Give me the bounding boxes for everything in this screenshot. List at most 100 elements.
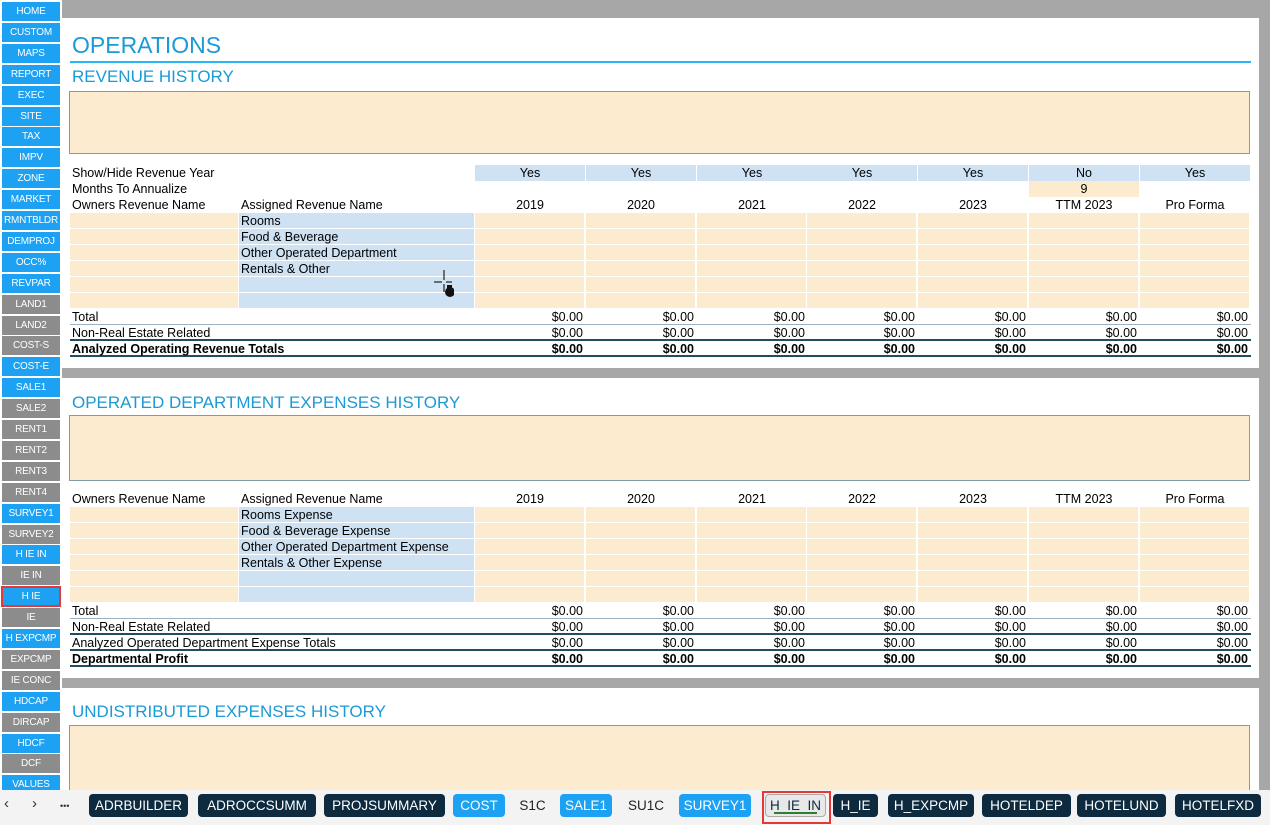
sidebar-item-rent2[interactable]: RENT2 bbox=[2, 440, 60, 460]
assigned-name-cell[interactable]: Other Operated Department Expense bbox=[239, 539, 474, 555]
value-input[interactable] bbox=[918, 245, 1028, 261]
tab-sale1[interactable]: SALE1 bbox=[560, 794, 612, 817]
sidebar-item-land2[interactable]: LAND2 bbox=[2, 315, 60, 335]
value-input[interactable] bbox=[697, 587, 807, 603]
sidebar-item-dcf[interactable]: DCF bbox=[2, 754, 60, 774]
value-input[interactable] bbox=[1029, 523, 1139, 539]
value-input[interactable] bbox=[918, 539, 1028, 555]
sidebar-item-rmntbldr[interactable]: RMNTBLDR bbox=[2, 211, 60, 230]
tab-cost[interactable]: COST bbox=[453, 794, 505, 817]
value-input[interactable] bbox=[697, 507, 807, 523]
value-input[interactable] bbox=[1140, 293, 1250, 309]
owners-name-input[interactable] bbox=[70, 261, 238, 277]
sidebar-item-expcmp[interactable]: EXPCMP bbox=[2, 649, 60, 669]
assigned-name-cell[interactable]: Rooms bbox=[239, 213, 474, 229]
value-input[interactable] bbox=[475, 213, 585, 229]
value-input[interactable] bbox=[918, 293, 1028, 309]
value-input[interactable] bbox=[475, 277, 585, 293]
owners-name-input[interactable] bbox=[70, 229, 238, 245]
tab-su1c[interactable]: SU1C bbox=[618, 794, 674, 817]
assigned-name-cell[interactable]: Rentals & Other Expense bbox=[239, 555, 474, 571]
value-input[interactable] bbox=[1140, 539, 1250, 555]
value-input[interactable] bbox=[918, 277, 1028, 293]
value-input[interactable] bbox=[1029, 245, 1139, 261]
value-input[interactable] bbox=[586, 555, 696, 571]
value-input[interactable] bbox=[1140, 261, 1250, 277]
sidebar-item-sale1[interactable]: SALE1 bbox=[2, 378, 60, 398]
value-input[interactable] bbox=[1029, 587, 1139, 603]
sidebar-item-occ-[interactable]: OCC% bbox=[2, 252, 60, 272]
value-input[interactable] bbox=[697, 539, 807, 555]
sidebar-item-cost-e[interactable]: COST-E bbox=[2, 357, 60, 377]
value-input[interactable] bbox=[475, 293, 585, 309]
value-input[interactable] bbox=[1140, 523, 1250, 539]
undistributed-notes-box[interactable] bbox=[69, 725, 1250, 795]
show-hide-toggle[interactable]: Yes bbox=[586, 165, 696, 181]
show-hide-toggle[interactable]: Yes bbox=[1140, 165, 1250, 181]
value-input[interactable] bbox=[1140, 571, 1250, 587]
value-input[interactable] bbox=[807, 229, 917, 245]
value-input[interactable] bbox=[1140, 587, 1250, 603]
tab-s1c[interactable]: S1C bbox=[510, 794, 555, 817]
value-input[interactable] bbox=[807, 293, 917, 309]
value-input[interactable] bbox=[918, 229, 1028, 245]
value-input[interactable] bbox=[1140, 555, 1250, 571]
owners-name-input[interactable] bbox=[70, 571, 238, 587]
owners-name-input[interactable] bbox=[70, 523, 238, 539]
owners-name-input[interactable] bbox=[70, 245, 238, 261]
tab-h-expcmp[interactable]: H_EXPCMP bbox=[888, 794, 974, 817]
sidebar-item-rent4[interactable]: RENT4 bbox=[2, 482, 60, 502]
tab-hoteldep[interactable]: HOTELDEP bbox=[982, 794, 1071, 817]
value-input[interactable] bbox=[918, 587, 1028, 603]
value-input[interactable] bbox=[807, 571, 917, 587]
owners-name-input[interactable] bbox=[70, 293, 238, 309]
sidebar-item-rent1[interactable]: RENT1 bbox=[2, 420, 60, 439]
sidebar-item-h-ie[interactable]: H IE bbox=[1, 586, 61, 608]
assigned-name-cell[interactable]: Food & Beverage Expense bbox=[239, 523, 474, 539]
value-input[interactable] bbox=[475, 507, 585, 523]
value-input[interactable] bbox=[697, 277, 807, 293]
value-input[interactable] bbox=[807, 277, 917, 293]
value-input[interactable] bbox=[1029, 277, 1139, 293]
sidebar-item-exec[interactable]: EXEC bbox=[2, 85, 60, 105]
value-input[interactable] bbox=[586, 539, 696, 555]
value-input[interactable] bbox=[475, 245, 585, 261]
tab-hotelund[interactable]: HOTELUND bbox=[1077, 794, 1166, 817]
sidebar-item-demproj[interactable]: DEMPROJ bbox=[2, 231, 60, 251]
value-input[interactable] bbox=[807, 539, 917, 555]
value-input[interactable] bbox=[1029, 213, 1139, 229]
value-input[interactable] bbox=[586, 293, 696, 309]
sidebar-item-maps[interactable]: MAPS bbox=[2, 43, 60, 63]
value-input[interactable] bbox=[586, 587, 696, 603]
value-input[interactable] bbox=[807, 587, 917, 603]
show-hide-toggle[interactable]: No bbox=[1029, 165, 1139, 181]
assigned-name-cell[interactable] bbox=[239, 571, 474, 587]
value-input[interactable] bbox=[697, 293, 807, 309]
tab-h-ie[interactable]: H_IE bbox=[833, 794, 878, 817]
sidebar-item-ie-in[interactable]: IE IN bbox=[2, 566, 60, 586]
value-input[interactable] bbox=[807, 523, 917, 539]
sidebar-item-h-ie-in[interactable]: H IE IN bbox=[2, 545, 60, 565]
sidebar-item-survey1[interactable]: SURVEY1 bbox=[2, 503, 60, 523]
sidebar-item-custom[interactable]: CUSTOM bbox=[2, 22, 60, 42]
value-input[interactable] bbox=[586, 213, 696, 229]
expenses-notes-box[interactable] bbox=[69, 415, 1250, 481]
value-input[interactable] bbox=[807, 245, 917, 261]
show-hide-toggle[interactable]: Yes bbox=[807, 165, 917, 181]
value-input[interactable] bbox=[1029, 507, 1139, 523]
revenue-notes-box[interactable] bbox=[69, 91, 1250, 154]
value-input[interactable] bbox=[586, 261, 696, 277]
assigned-name-cell[interactable]: Food & Beverage bbox=[239, 229, 474, 245]
value-input[interactable] bbox=[1029, 261, 1139, 277]
value-input[interactable] bbox=[475, 523, 585, 539]
value-input[interactable] bbox=[697, 229, 807, 245]
value-input[interactable] bbox=[1140, 277, 1250, 293]
value-input[interactable] bbox=[1140, 213, 1250, 229]
tab-hotelfxd[interactable]: HOTELFXD bbox=[1175, 794, 1261, 817]
sidebar-item-home[interactable]: HOME bbox=[2, 2, 60, 21]
value-input[interactable] bbox=[918, 507, 1028, 523]
show-hide-toggle[interactable]: Yes bbox=[697, 165, 807, 181]
owners-name-input[interactable] bbox=[70, 539, 238, 555]
value-input[interactable] bbox=[807, 213, 917, 229]
sidebar-item-tax[interactable]: TAX bbox=[2, 127, 60, 147]
